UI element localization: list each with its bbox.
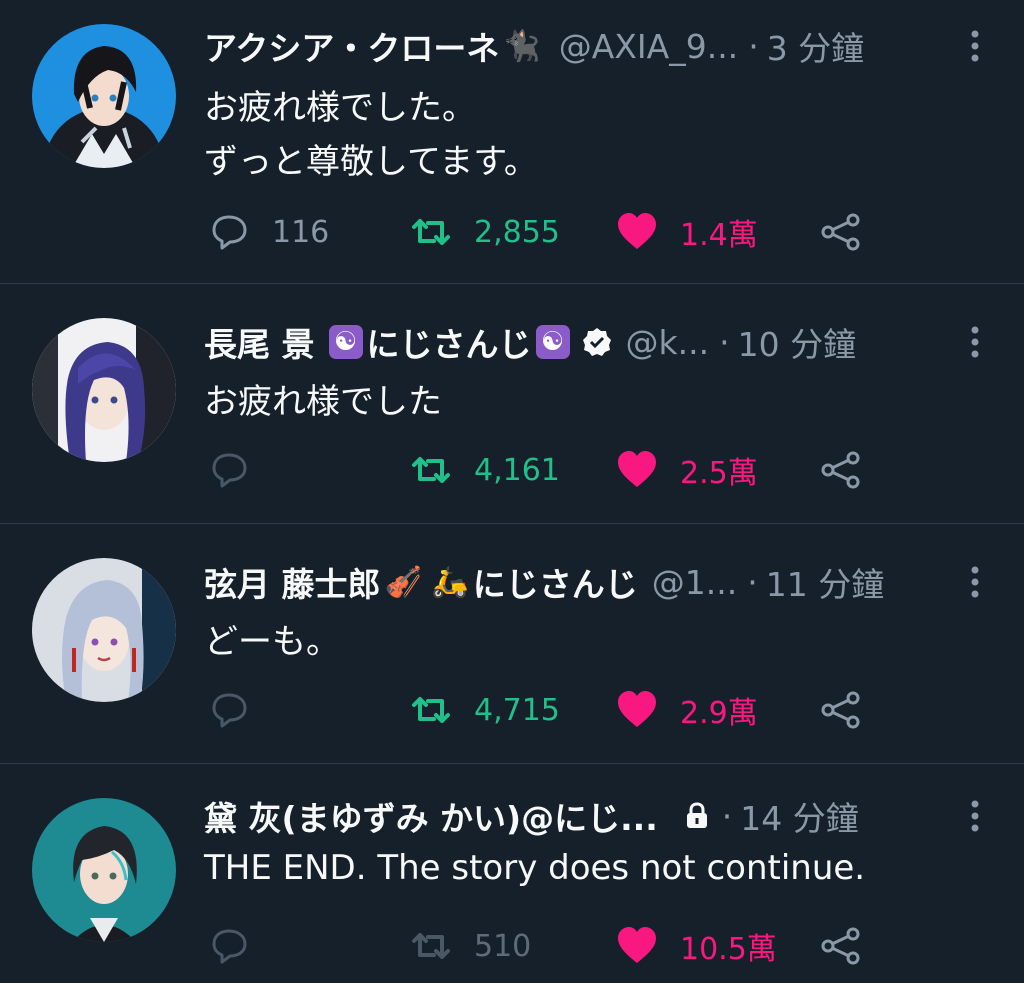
retweet-count: 2,855: [474, 214, 560, 250]
like-button[interactable]: 2.5萬: [616, 448, 758, 492]
like-button[interactable]: 2.9萬: [616, 688, 758, 732]
timestamp[interactable]: 14 分鐘: [740, 792, 858, 840]
tweet-item[interactable]: 長尾 景 ☯ にじさんじ ☯ @k... · 10 分鐘 お疲れ様でした 4,1…: [0, 284, 1024, 524]
like-count: 2.5萬: [680, 456, 758, 491]
tweet-text-line: どーも。: [204, 622, 340, 662]
tweet-text-line: THE END. The story does not continue.: [204, 848, 866, 888]
retweet-icon: [412, 457, 450, 483]
more-icon[interactable]: [970, 562, 980, 602]
reply-icon: [212, 453, 247, 488]
timestamp[interactable]: 3 分鐘: [767, 22, 865, 70]
share-icon: [821, 927, 860, 965]
share-icon: [821, 213, 860, 251]
name-emoji: 🐈‍⬛: [503, 28, 541, 64]
more-icon[interactable]: [970, 322, 980, 362]
separator-dot: ·: [748, 26, 759, 66]
tweet-text-line: お疲れ様でした。: [204, 88, 476, 128]
tweet-header: アクシア・クローネ 🐈‍⬛ @AXIA_9... · 3 分鐘: [204, 22, 984, 70]
avatar-image: [32, 558, 176, 702]
timestamp[interactable]: 11 分鐘: [766, 558, 884, 606]
retweet-icon: [412, 933, 450, 959]
reply-icon: [212, 693, 247, 728]
reply-icon: [212, 215, 247, 250]
retweet-count: 510: [474, 928, 532, 964]
handle[interactable]: @AXIA_9...: [559, 27, 738, 66]
display-name[interactable]: 黛 灰(まゆずみ かい)@にじ...: [204, 792, 658, 840]
heart-icon: [618, 451, 656, 487]
tweet-item[interactable]: 弦月 藤士郎 🎻 🛵 にじさんじ @1... · 11 分鐘 どーも。 4,71…: [0, 524, 1024, 764]
display-name-suffix: にじさんじ: [366, 325, 532, 364]
display-name[interactable]: 弦月 藤士郎: [204, 558, 381, 606]
retweet-button[interactable]: 4,161: [410, 448, 560, 492]
reply-button[interactable]: [208, 448, 272, 492]
share-button[interactable]: [820, 210, 862, 254]
timestamp[interactable]: 10 分鐘: [738, 318, 856, 366]
like-button[interactable]: 1.4萬: [616, 210, 758, 254]
retweet-count: 4,161: [474, 452, 560, 488]
reply-button[interactable]: 116: [208, 210, 329, 254]
retweet-count: 4,715: [474, 692, 560, 728]
more-icon[interactable]: [970, 26, 980, 66]
separator-dot: ·: [747, 562, 758, 602]
share-button[interactable]: [820, 924, 862, 968]
like-count: 2.9萬: [680, 696, 758, 731]
verified-icon: [582, 328, 611, 356]
display-name-suffix: にじさんじ: [472, 565, 638, 604]
separator-dot: ·: [721, 796, 733, 836]
tweet-item[interactable]: アクシア・クローネ 🐈‍⬛ @AXIA_9... · 3 分鐘 お疲れ様でした。…: [0, 0, 1024, 284]
avatar-image: [32, 798, 176, 942]
retweet-button[interactable]: 2,855: [410, 210, 560, 254]
lock-icon: [686, 802, 707, 828]
heart-icon: [618, 213, 656, 249]
retweet-icon: [412, 697, 450, 723]
display-name[interactable]: アクシア・クローネ: [204, 22, 499, 70]
like-button[interactable]: 10.5萬: [616, 924, 777, 968]
reply-icon: [212, 929, 247, 964]
separator-dot: ·: [719, 322, 730, 362]
yinyang-badge-icon: ☯: [535, 325, 570, 359]
avatar[interactable]: [32, 24, 176, 168]
avatar[interactable]: [32, 318, 176, 462]
retweet-button[interactable]: 510: [410, 924, 531, 968]
retweet-button[interactable]: 4,715: [410, 688, 560, 732]
tweet-item[interactable]: 黛 灰(まゆずみ かい)@にじ... · 14 分鐘 THE END. The …: [0, 764, 1024, 983]
avatar-image: [32, 318, 176, 462]
more-icon[interactable]: [970, 796, 980, 836]
reply-button[interactable]: [208, 924, 272, 968]
like-count: 10.5萬: [680, 932, 777, 967]
heart-icon: [618, 927, 656, 963]
avatar[interactable]: [32, 558, 176, 702]
avatar[interactable]: [32, 798, 176, 942]
yinyang-badge-icon: ☯: [328, 325, 363, 359]
share-icon: [821, 451, 860, 489]
violin-scooter-emoji: 🎻 🛵: [384, 564, 469, 600]
retweet-icon: [412, 219, 450, 245]
avatar-image: [32, 24, 176, 168]
heart-icon: [618, 691, 656, 727]
handle[interactable]: @k...: [626, 323, 710, 362]
share-button[interactable]: [820, 688, 862, 732]
reply-button[interactable]: [208, 688, 272, 732]
tweet-header: 長尾 景 ☯ にじさんじ ☯ @k... · 10 分鐘: [204, 318, 984, 366]
tweet-text-line: ずっと尊敬してます。: [204, 142, 538, 182]
tweet-feed: アクシア・クローネ 🐈‍⬛ @AXIA_9... · 3 分鐘 お疲れ様でした。…: [0, 0, 1024, 983]
tweet-text-line: お疲れ様でした: [204, 382, 442, 422]
share-icon: [821, 691, 860, 729]
reply-count: 116: [272, 214, 330, 250]
share-button[interactable]: [820, 448, 862, 492]
like-count: 1.4萬: [680, 218, 758, 253]
handle[interactable]: @1...: [652, 563, 737, 602]
display-name[interactable]: 長尾 景: [204, 318, 315, 366]
tweet-header: 弦月 藤士郎 🎻 🛵 にじさんじ @1... · 11 分鐘: [204, 558, 984, 606]
tweet-header: 黛 灰(まゆずみ かい)@にじ... · 14 分鐘: [204, 792, 984, 840]
